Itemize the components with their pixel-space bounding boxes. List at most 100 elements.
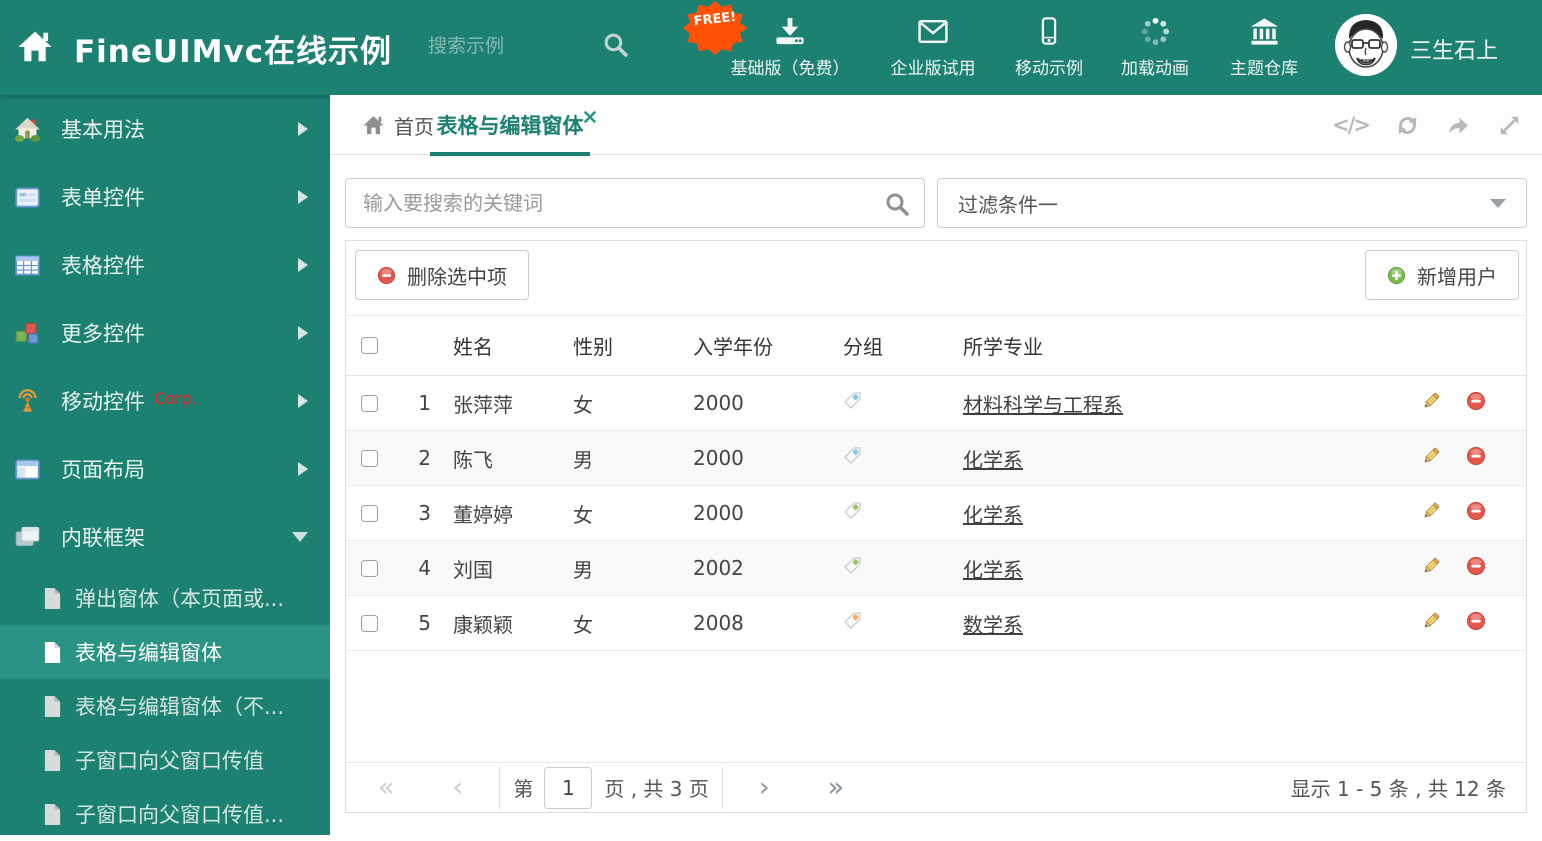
last-page-icon[interactable]: » (828, 774, 845, 801)
delete-row-icon[interactable] (1466, 446, 1486, 466)
major-link[interactable]: 材料科学与工程系 (963, 393, 1123, 417)
prev-page-icon[interactable]: ‹ (453, 774, 464, 801)
major-link[interactable]: 化学系 (963, 503, 1023, 527)
page-prefix: 第 (513, 777, 534, 801)
sidebar-item-more-controls[interactable]: 更多控件 (0, 299, 330, 367)
sidebar-subitem-grid-edit-window[interactable]: 表格与编辑窗体 (0, 625, 330, 679)
edit-pencil-icon[interactable] (1421, 391, 1441, 411)
nav-theme-store[interactable]: 主题仓库 (1230, 14, 1298, 79)
users-table: 姓名 性别 入学年份 分组 所学专业 1 张萍萍 女 2000 材料科学与工程系… (346, 315, 1526, 651)
major-link[interactable]: 化学系 (963, 558, 1023, 582)
major-link[interactable]: 化学系 (963, 448, 1023, 472)
view-source-icon[interactable]: </> (1332, 113, 1371, 137)
sidebar-item-mobile-controls[interactable]: 移动控件 Corp. (0, 367, 330, 435)
row-checkbox[interactable] (361, 559, 378, 577)
row-checkbox[interactable] (361, 449, 378, 467)
tag-icon (843, 611, 862, 630)
cell-name: 陈飞 (441, 430, 561, 486)
edit-pencil-icon[interactable] (1421, 556, 1441, 576)
share-icon[interactable] (1446, 113, 1471, 138)
sidebar-subitem-label: 子窗口向父窗口传值... (75, 803, 285, 827)
delete-row-icon[interactable] (1466, 611, 1486, 631)
nav-mobile-demos[interactable]: 移动示例 (1015, 14, 1083, 79)
major-link[interactable]: 数学系 (963, 613, 1023, 637)
file-icon (43, 695, 62, 718)
record-count-summary: 显示 1 - 5 条 , 共 12 条 (1290, 777, 1506, 801)
delete-row-icon[interactable] (1466, 501, 1486, 521)
filter-dropdown[interactable]: 过滤条件一 (937, 178, 1527, 228)
minus-circle-icon (377, 266, 396, 284)
tab-home[interactable]: 首页 (362, 95, 434, 155)
sidebar-subitem-child-to-parent[interactable]: 子窗口向父窗口传值 (0, 733, 330, 787)
select-all-checkbox[interactable] (361, 337, 378, 354)
user-avatar[interactable] (1335, 14, 1397, 76)
chevron-right-icon (298, 462, 308, 476)
refresh-icon[interactable] (1395, 113, 1420, 138)
nav-label: 企业版试用 (890, 59, 976, 79)
filter-dropdown-value: 过滤条件一 (958, 192, 1058, 217)
nav-label: 主题仓库 (1230, 59, 1298, 79)
close-icon[interactable] (584, 104, 596, 128)
app-title: FineUIMvc在线示例 (74, 34, 393, 70)
row-checkbox[interactable] (361, 394, 378, 412)
search-icon[interactable] (884, 191, 910, 221)
sidebar-item-page-layout[interactable]: 页面布局 (0, 435, 330, 503)
sidebar-subitem-popup-window[interactable]: 弹出窗体（本页面或... (0, 571, 330, 625)
sidebar-item-inline-frame[interactable]: 内联框架 (0, 503, 330, 571)
sidebar-subitem-label: 表格与编辑窗体（不... (75, 695, 285, 719)
first-page-icon[interactable]: « (378, 774, 395, 801)
active-tab-underline (430, 152, 590, 156)
row-index: 5 (406, 595, 441, 651)
cell-year: 2000 (681, 485, 831, 541)
home-icon[interactable] (16, 28, 54, 66)
antenna-icon (18, 388, 37, 412)
button-label: 删除选中项 (407, 266, 507, 289)
app-header: FineUIMvc在线示例 FREE! 基础版（免费） (0, 0, 1542, 95)
expand-icon[interactable] (1497, 113, 1522, 138)
nav-basic-edition[interactable]: 基础版（免费） (731, 14, 850, 79)
tag-icon (843, 391, 862, 410)
nav-enterprise-trial[interactable]: 企业版试用 (891, 14, 976, 79)
edit-pencil-icon[interactable] (1421, 611, 1441, 631)
sidebar-subitem-grid-edit-window-alt[interactable]: 表格与编辑窗体（不... (0, 679, 330, 733)
cell-name: 刘国 (441, 540, 561, 596)
next-page-icon[interactable]: › (759, 774, 770, 801)
row-checkbox[interactable] (361, 614, 378, 632)
sidebar-item-grid-controls[interactable]: 表格控件 (0, 231, 330, 299)
download-icon (731, 14, 850, 48)
sidebar-item-form-controls[interactable]: 表单控件 (0, 163, 330, 231)
plus-circle-icon (1387, 266, 1406, 284)
edit-pencil-icon[interactable] (1421, 501, 1441, 521)
table-icon (15, 255, 40, 275)
house-color-icon (14, 117, 41, 142)
nav-loading-animations[interactable]: 加载动画 (1121, 14, 1189, 79)
add-user-button[interactable]: 新增用户 (1365, 250, 1519, 300)
page-number-input[interactable] (544, 766, 593, 809)
edit-pencil-icon[interactable] (1421, 446, 1441, 466)
keyword-search-input[interactable] (346, 179, 924, 227)
file-icon (43, 587, 62, 610)
form-icon (15, 187, 40, 207)
header-search-input[interactable] (428, 28, 588, 66)
corp-badge: Corp. (154, 388, 197, 408)
chevron-right-icon (298, 122, 308, 136)
tag-icon (843, 501, 862, 520)
delete-row-icon[interactable] (1466, 556, 1486, 576)
search-icon[interactable] (602, 31, 629, 62)
sidebar-item-label: 页面布局 (61, 458, 145, 482)
grid-toolbar: 删除选中项 新增用户 (346, 241, 1526, 315)
sidebar-item-basic-usage[interactable]: 基本用法 (0, 95, 330, 163)
chevron-down-icon (292, 532, 308, 542)
layout-icon (15, 459, 40, 479)
cell-gender: 男 (561, 430, 681, 486)
chevron-right-icon (298, 326, 308, 340)
tab-grid-edit-window[interactable]: 表格与编辑窗体 (430, 95, 596, 156)
delete-selected-button[interactable]: 删除选中项 (355, 250, 529, 300)
sidebar-subitem-label: 子窗口向父窗口传值 (75, 749, 264, 773)
file-icon (43, 749, 62, 772)
delete-row-icon[interactable] (1466, 391, 1486, 411)
sidebar-subitem-child-to-parent-alt[interactable]: 子窗口向父窗口传值... (0, 787, 330, 841)
user-menu[interactable]: 三生石上 (1410, 33, 1524, 65)
row-checkbox[interactable] (361, 504, 378, 522)
column-header-gender: 性别 (561, 315, 681, 376)
